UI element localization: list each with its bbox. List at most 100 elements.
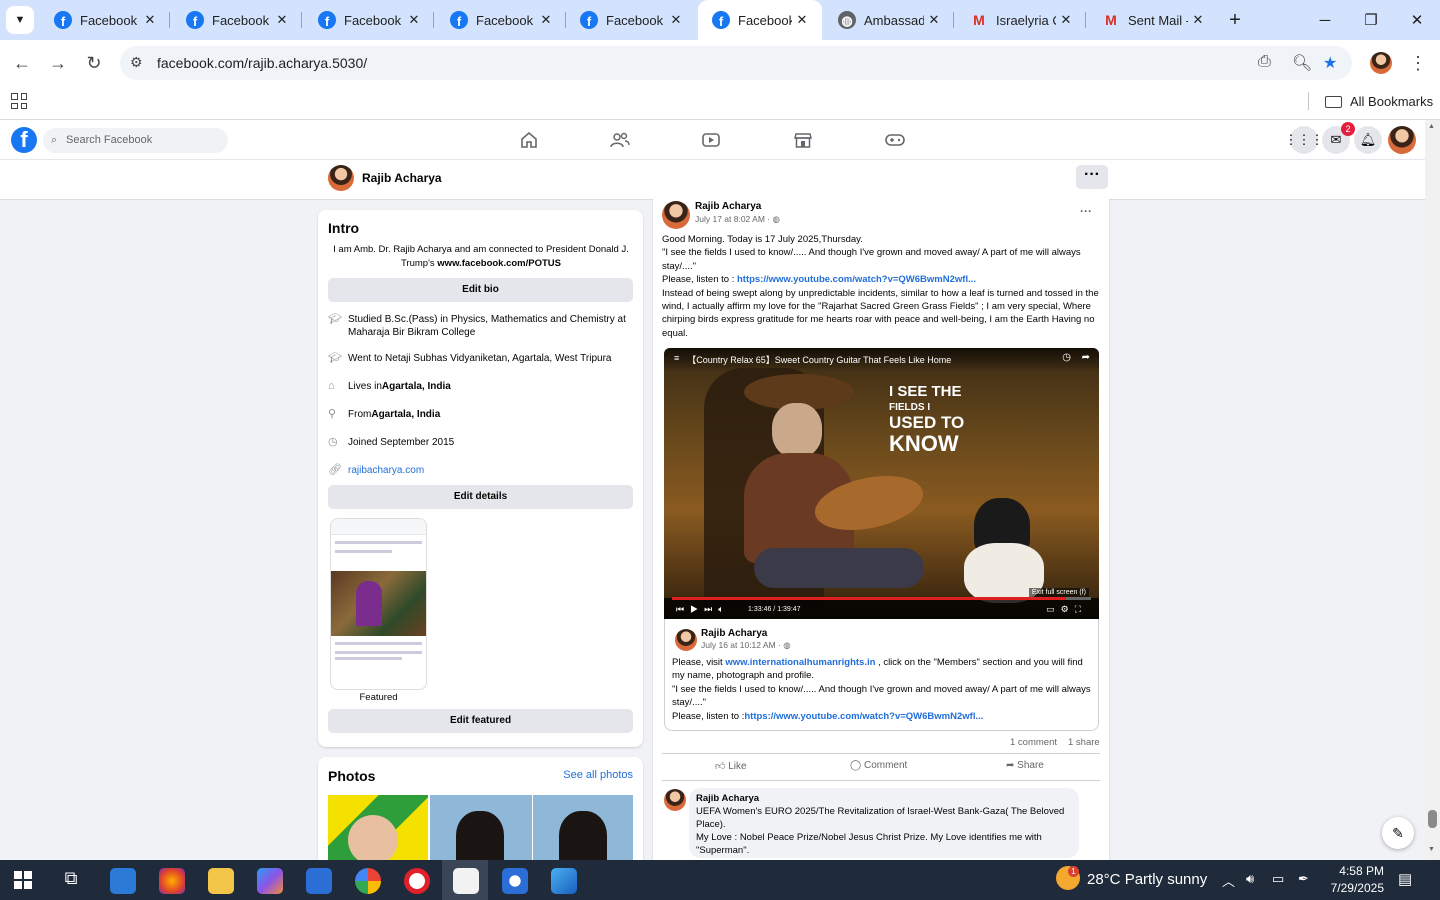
post-author-name[interactable]: Rajib Acharya — [695, 201, 761, 212]
close-icon[interactable]: ✕ — [1056, 12, 1076, 28]
facebook-logo-icon[interactable]: f — [11, 127, 37, 153]
featured-thumbnail[interactable] — [330, 518, 427, 690]
post-timestamp[interactable]: July 17 at 8:02 AM · ◍ — [695, 214, 780, 225]
video-settings-icons[interactable]: ▭⚙⛶ — [1046, 604, 1087, 615]
shared-author-name[interactable]: Rajib Acharya — [701, 628, 767, 639]
profile-name[interactable]: Rajib Acharya — [362, 171, 442, 185]
firefox-icon[interactable] — [159, 868, 185, 894]
comment-button[interactable]: ◯ Comment — [850, 760, 907, 771]
app-icon[interactable] — [110, 868, 136, 894]
comment-count[interactable]: 1 comment — [1010, 737, 1057, 748]
windows-start-icon[interactable] — [14, 871, 32, 889]
post-author-avatar[interactable] — [662, 201, 690, 229]
scroll-up-icon[interactable]: ▲ — [1428, 123, 1435, 130]
notifications-bell-icon[interactable]: 🔔︎ — [1354, 126, 1382, 154]
restore-button[interactable]: ❐ — [1348, 0, 1394, 40]
clock[interactable]: 4:58 PM 7/29/2025 — [1322, 863, 1384, 897]
edit-bio-button[interactable]: Edit bio — [328, 278, 633, 302]
notepad-icon[interactable] — [453, 868, 479, 894]
close-icon[interactable]: ✕ — [536, 12, 556, 28]
humanrights-link[interactable]: www.internationalhumanrights.in — [725, 657, 875, 668]
notification-center-icon[interactable]: ▤ — [1398, 870, 1412, 888]
back-button[interactable]: ← — [7, 48, 37, 78]
comment-author[interactable]: Rajib Acharya — [696, 792, 1072, 805]
photo-thumbnail[interactable] — [430, 795, 532, 865]
post-options-icon[interactable]: ··· — [1080, 204, 1092, 218]
home-icon[interactable] — [514, 128, 544, 152]
browser-tab[interactable]: ◍Ambassado✕ — [824, 0, 954, 40]
youtube-link[interactable]: https://www.youtube.com/watch?v=QW6BwmN2… — [737, 274, 976, 285]
browser-tab[interactable]: f Facebook ✕ — [436, 0, 566, 40]
google-chrome-icon[interactable] — [355, 868, 381, 894]
apps-grid-icon[interactable] — [11, 93, 27, 109]
scroll-down-icon[interactable]: ▼ — [1428, 846, 1435, 853]
scrollbar-thumb[interactable] — [1428, 810, 1437, 828]
page-scrollbar[interactable]: ▲ ▼ — [1425, 120, 1440, 860]
task-view-icon[interactable]: ⧉ — [58, 868, 84, 894]
friends-icon[interactable] — [605, 128, 635, 152]
see-all-photos-link[interactable]: See all photos — [563, 769, 633, 781]
store-icon[interactable] — [306, 868, 332, 894]
close-icon[interactable]: ✕ — [404, 12, 424, 28]
watch-later-icon[interactable]: ◷ — [1062, 352, 1071, 363]
share-button[interactable]: ➦ Share — [1006, 760, 1044, 771]
like-button[interactable]: 👍︎ Like — [715, 760, 747, 772]
commenter-avatar[interactable] — [664, 789, 686, 811]
close-icon[interactable]: ✕ — [140, 12, 160, 28]
new-tab-button[interactable]: + — [1212, 0, 1258, 40]
close-icon[interactable]: ✕ — [666, 12, 686, 28]
browser-tab[interactable]: M Sent Mail - ✕ — [1088, 0, 1218, 40]
browser-tab[interactable]: M Israelyria C ✕ — [956, 0, 1086, 40]
video-player[interactable]: ≡ 【Country Relax 65】Sweet Country Guitar … — [664, 348, 1099, 619]
more-options-button[interactable]: ··· — [1076, 165, 1108, 189]
photos-app-icon[interactable] — [551, 868, 577, 894]
close-icon[interactable]: ✕ — [272, 12, 292, 28]
browser-profile-avatar[interactable] — [1370, 52, 1392, 74]
browser-tab[interactable]: f Facebook ✕ — [304, 0, 434, 40]
close-icon[interactable]: ✕ — [792, 12, 812, 28]
app-icon[interactable] — [502, 868, 528, 894]
weather-text[interactable]: 28°C Partly sunny — [1087, 871, 1207, 888]
file-explorer-icon[interactable] — [208, 868, 234, 894]
website-link[interactable]: rajibacharya.com — [348, 464, 424, 477]
profile-avatar[interactable] — [328, 165, 354, 191]
url-text[interactable]: facebook.com/rajib.acharya.5030/ — [157, 55, 367, 71]
browser-menu-icon[interactable]: ⋮ — [1403, 48, 1433, 78]
shared-author-avatar[interactable] — [675, 629, 697, 651]
search-input[interactable]: ⌕ Search Facebook — [43, 128, 228, 153]
reload-button[interactable]: ↻ — [79, 48, 109, 78]
close-window-button[interactable]: ✕ — [1394, 0, 1440, 40]
install-app-icon[interactable]: ⎙ — [1258, 53, 1271, 71]
youtube-link[interactable]: https://www.youtube.com/watch?v=QW6BwmN2… — [744, 711, 983, 722]
marketplace-icon[interactable] — [788, 128, 818, 152]
chevron-up-icon[interactable]: ︿ — [1222, 871, 1235, 890]
share-arrow-icon[interactable]: ➦ — [1082, 352, 1090, 363]
gaming-icon[interactable] — [880, 128, 910, 152]
volume-icon[interactable]: 🔊︎ — [1246, 871, 1254, 887]
zoom-icon[interactable]: 🔍︎ — [1292, 53, 1312, 73]
new-message-edit-icon[interactable]: ✎ — [1382, 817, 1414, 849]
shared-timestamp[interactable]: July 16 at 10:12 AM · ◍ — [701, 640, 791, 651]
minimize-button[interactable]: ─ — [1302, 0, 1348, 40]
bio-link[interactable]: www.facebook.com/POTUS — [437, 258, 561, 269]
browser-tab[interactable]: f Facebook ✕ — [566, 0, 696, 40]
copilot-icon[interactable] — [257, 868, 283, 894]
share-count[interactable]: 1 share — [1068, 737, 1100, 748]
network-icon[interactable]: ▭ — [1272, 871, 1284, 887]
video-icon[interactable] — [696, 128, 726, 152]
tab-search-dropdown-icon[interactable]: ▼ — [6, 6, 34, 34]
edit-details-button[interactable]: Edit details — [328, 485, 633, 509]
close-icon[interactable]: ✕ — [1188, 12, 1208, 28]
bookmark-star-icon[interactable]: ★ — [1323, 53, 1337, 73]
browser-tab-active[interactable]: f Facebook ✕ — [698, 0, 822, 40]
site-settings-icon[interactable]: ⚙ — [130, 54, 143, 71]
account-avatar[interactable] — [1388, 126, 1416, 154]
video-controls[interactable]: ⏮▶⏭🔈︎ — [676, 604, 730, 615]
photo-thumbnail[interactable] — [328, 795, 428, 865]
close-icon[interactable]: ✕ — [924, 12, 944, 28]
address-bar[interactable]: ⚙ facebook.com/rajib.acharya.5030/ ⎙ 🔍︎ … — [120, 46, 1352, 80]
browser-tab[interactable]: f Facebook ✕ — [40, 0, 170, 40]
photo-thumbnail[interactable] — [533, 795, 633, 865]
all-bookmarks-button[interactable]: All Bookmarks — [1325, 94, 1433, 109]
menu-grid-icon[interactable]: ⋮⋮⋮ — [1285, 126, 1324, 154]
